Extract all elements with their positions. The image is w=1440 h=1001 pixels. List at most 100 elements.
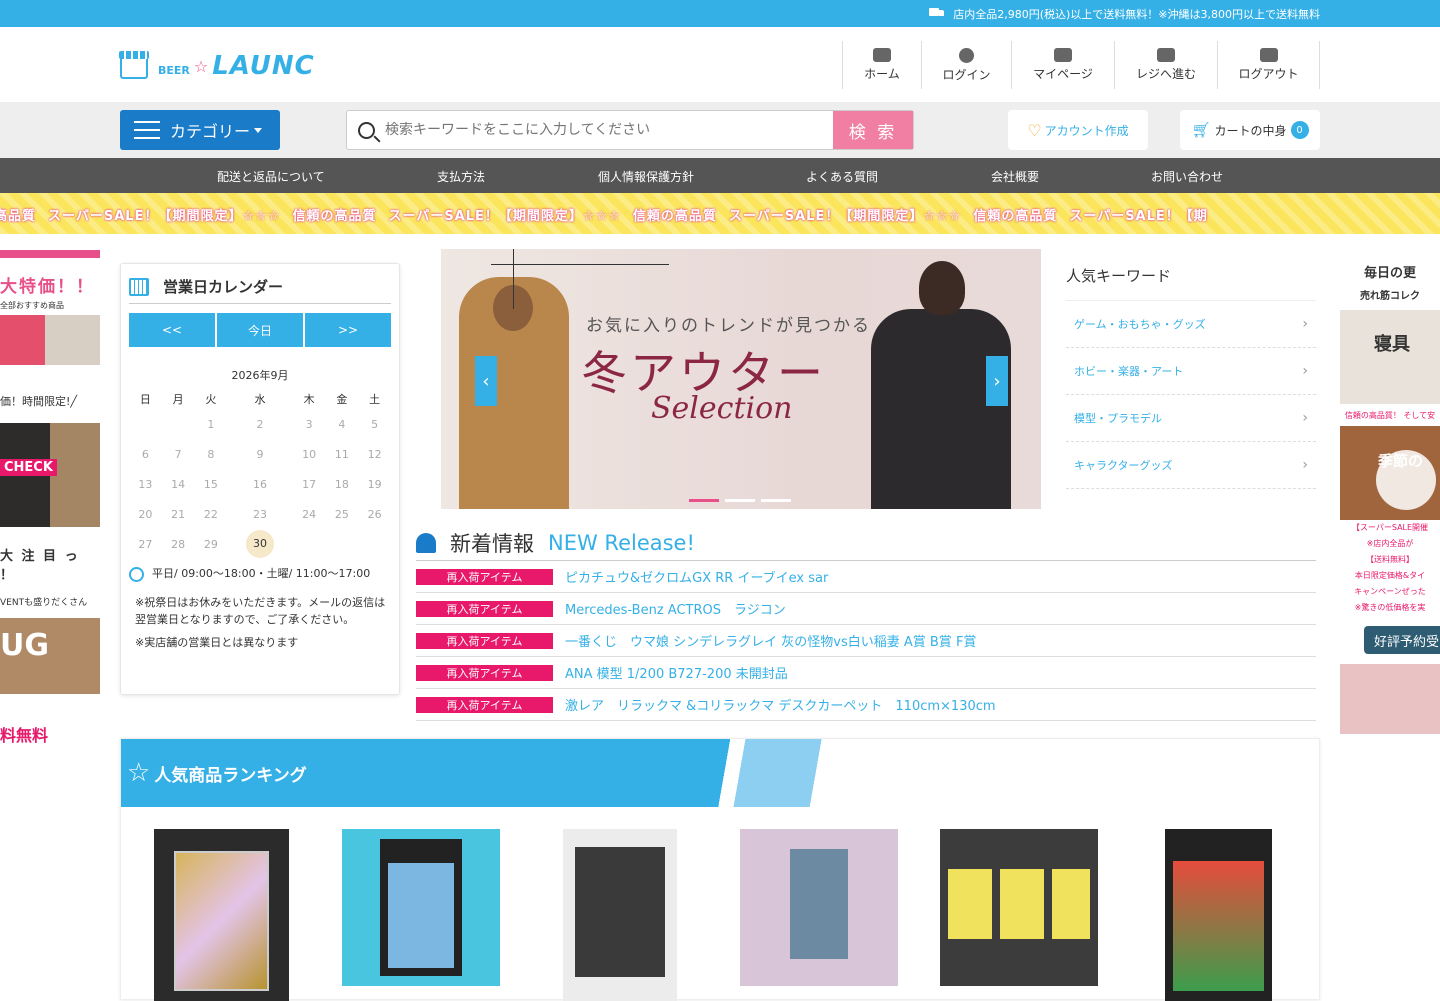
- gnav-shipping[interactable]: 配送と返品について: [217, 168, 325, 185]
- nav-logout[interactable]: ログアウト: [1217, 41, 1319, 89]
- right-promo-line: キャンペーンぜった: [1354, 587, 1426, 596]
- right-ad-sub: 売れ筋コレク: [1360, 291, 1420, 302]
- reservation-button[interactable]: 好評予約受: [1364, 626, 1440, 654]
- gnav-faq[interactable]: よくある質問: [806, 168, 878, 185]
- news-title-en: NEW Release!: [548, 531, 695, 555]
- header-nav: ホーム ログイン マイページ レジへ進む ログアウト: [842, 41, 1320, 89]
- rug-text: UG: [0, 628, 49, 663]
- ranking-product-image[interactable]: [740, 829, 898, 986]
- category-label: カテゴリー: [170, 122, 251, 141]
- ranking-title: 人気商品ランキング: [154, 765, 307, 786]
- calendar-today-date: 30: [227, 529, 293, 559]
- carousel-next-arrow-icon[interactable]: ›: [986, 356, 1008, 406]
- carousel-dot[interactable]: [689, 499, 719, 502]
- carousel-dot[interactable]: [761, 499, 791, 502]
- keywords-title: 人気キーワード: [1066, 265, 1316, 301]
- bedding-text: 寝具: [1374, 334, 1410, 355]
- ranking-product-image[interactable]: [154, 829, 289, 1001]
- holiday-note: ※祝祭日はお休みをいただきます。メールの返信は翌営業日となりますので、ご了承くだ…: [135, 596, 386, 626]
- logout-icon: [1259, 48, 1278, 62]
- ranking-section: ☆ 人気商品ランキング: [120, 738, 1320, 1001]
- news-link: ANA 模型 1/200 B727-200 未開封品: [565, 667, 788, 682]
- restock-tag: 再入荷アイテム: [416, 568, 553, 585]
- left-ad-column[interactable]: 大特価！！ 全部おすすめ商品 価！時間限定!╱ CHECK 大 注 目 っ ！ …: [0, 250, 100, 745]
- nav-login-label: ログイン: [942, 67, 991, 82]
- nav-checkout[interactable]: レジへ進む: [1114, 41, 1217, 89]
- news-link: 激レア リラックマ &コリラックマ デスクカーペット 110cm×130cm: [565, 699, 996, 714]
- news-row[interactable]: 再入荷アイテム 一番くじ ウマ娘 シンデレラグレイ 灰の怪物vs白い稲妻 A賞 B…: [416, 625, 1316, 657]
- chevron-right-icon: ›: [1302, 316, 1308, 332]
- left-ad-line3: 大 注 目 っ ！: [0, 549, 80, 583]
- ranking-product-image[interactable]: [563, 829, 677, 1001]
- nav-home[interactable]: ホーム: [842, 41, 921, 89]
- keyword-item[interactable]: ゲーム・おもちゃ・グッズ ›: [1066, 301, 1316, 348]
- search-input[interactable]: [385, 111, 833, 149]
- free-shipping-text: 料無料: [0, 726, 49, 745]
- right-promo-line: 【スーパーSALE開催: [1351, 523, 1429, 532]
- nav-mypage-label: マイページ: [1033, 67, 1093, 81]
- news-link: Mercedes-Benz ACTROS ラジコン: [565, 603, 786, 618]
- carousel-dots: [689, 499, 791, 502]
- calendar-next-button[interactable]: >>: [305, 313, 391, 347]
- clock-icon: [129, 567, 144, 582]
- cart-label: カートの中身: [1214, 123, 1287, 138]
- carousel-prev-arrow-icon[interactable]: ‹: [475, 356, 497, 406]
- news-title: 新着情報: [450, 532, 534, 556]
- store-note: ※実店舗の営業日とは異なります: [135, 636, 299, 649]
- nav-mypage[interactable]: マイページ: [1011, 41, 1114, 89]
- logo-name-text: LAUNC: [212, 51, 315, 81]
- news-row[interactable]: 再入荷アイテム Mercedes-Benz ACTROS ラジコン: [416, 593, 1316, 625]
- news-row[interactable]: 再入荷アイテム ピカチュウ&ゼクロムGX RR イーブイex sar: [416, 561, 1316, 593]
- cart-count-badge: 0: [1290, 121, 1309, 139]
- bags-image: [0, 315, 100, 365]
- chevron-right-icon: ›: [1302, 410, 1308, 426]
- news-link: 一番くじ ウマ娘 シンデレラグレイ 灰の怪物vs白い稲妻 A賞 B賞 F賞: [565, 635, 977, 650]
- sale-banner[interactable]: の高品質スーパーSALE！【期間限定】☆☆☆信頼の高品質スーパーSALE！【期間…: [0, 193, 1440, 234]
- calendar-today-button[interactable]: 今日: [217, 313, 303, 347]
- ranking-product-image[interactable]: [1165, 829, 1272, 1001]
- keyword-item[interactable]: 模型・プラモデル ›: [1066, 395, 1316, 442]
- nav-login[interactable]: ログイン: [921, 41, 1011, 89]
- right-ad-title: 毎日の更: [1363, 266, 1416, 281]
- popular-keywords: 人気キーワード ゲーム・おもちゃ・グッズ › ホビー・楽器・アート › 模型・プラモ…: [1066, 265, 1316, 489]
- ranking-product-image[interactable]: [940, 829, 1098, 986]
- hero-line1: お気に入りのトレンドが見つかる: [586, 316, 871, 336]
- hero-line3: Selection: [651, 391, 793, 426]
- sale-banner-text: の高品質スーパーSALE！【期間限定】☆☆☆信頼の高品質スーパーSALE！【期間…: [0, 209, 1208, 224]
- user-icon: [959, 47, 974, 63]
- carousel-dot[interactable]: [725, 499, 755, 502]
- coats-image: CHECK: [0, 423, 100, 527]
- hero-carousel[interactable]: お気に入りのトレンドが見つかる 冬アウター Selection ‹ ›: [441, 249, 1041, 509]
- cart-button[interactable]: 🛒︎ カートの中身 0: [1180, 110, 1320, 150]
- home-icon: [873, 48, 891, 62]
- right-promo-line: ※店内全品が: [1366, 539, 1414, 548]
- category-button[interactable]: カテゴリー: [120, 110, 280, 150]
- shipping-notice-bar: 店内全品2,980円(税込)以上で送料無料！※沖縄は3,800円以上で送料無料: [0, 0, 1440, 27]
- search-button[interactable]: 検 索: [833, 111, 913, 149]
- model-image-right: [871, 261, 1011, 509]
- restock-tag: 再入荷アイテム: [416, 696, 553, 713]
- global-nav: 配送と返品について 支払方法 個人情報保護方針 よくある質問 会社概要 お問い合…: [0, 158, 1440, 193]
- heart-icon: ♡: [1027, 120, 1042, 140]
- calendar-title: 営業日カレンダー: [163, 278, 284, 296]
- calendar-prev-button[interactable]: <<: [129, 313, 215, 347]
- right-ad-column[interactable]: 毎日の更 売れ筋コレク 寝具 信頼の高品質！ そして安 季節の 【スーパーSAL…: [1340, 250, 1440, 740]
- news-row[interactable]: 再入荷アイテム ANA 模型 1/200 B727-200 未開封品: [416, 657, 1316, 689]
- calendar-month: 2026年9月: [231, 369, 289, 382]
- gnav-contact[interactable]: お問い合わせ: [1151, 168, 1223, 185]
- menu-icon: [134, 121, 160, 139]
- left-ad-sub: 全部おすすめ商品: [0, 301, 64, 310]
- site-logo[interactable]: BEER ☆ LAUNC: [119, 51, 315, 81]
- news-row[interactable]: 再入荷アイテム 激レア リラックマ &コリラックマ デスクカーペット 110cm×…: [416, 689, 1316, 721]
- id-card-icon: [1054, 48, 1072, 62]
- create-account-button[interactable]: ♡ アカウント作成: [1008, 110, 1148, 150]
- gnav-company[interactable]: 会社概要: [991, 168, 1039, 185]
- business-calendar: 営業日カレンダー << 今日 >> 2026年9月 日月火水木金土 12345 …: [120, 263, 400, 695]
- gnav-privacy[interactable]: 個人情報保護方針: [598, 168, 694, 185]
- calendar-icon: [129, 277, 149, 296]
- gnav-payment[interactable]: 支払方法: [437, 168, 485, 185]
- ranking-product-image[interactable]: [342, 829, 500, 986]
- keyword-item[interactable]: ホビー・楽器・アート ›: [1066, 348, 1316, 395]
- keyword-item[interactable]: キャラクターグッズ ›: [1066, 442, 1316, 489]
- star-icon: ☆: [127, 758, 151, 788]
